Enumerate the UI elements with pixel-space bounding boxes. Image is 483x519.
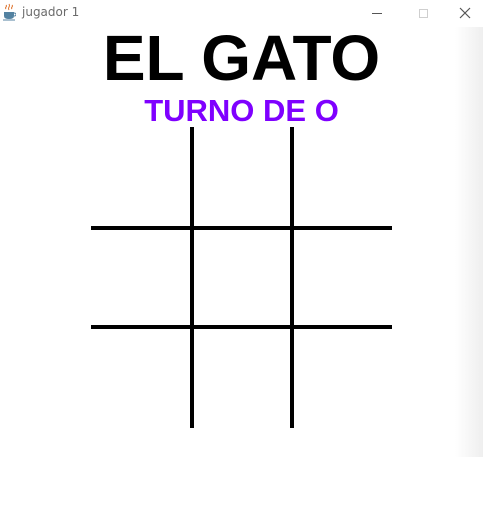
board-cell-8[interactable] xyxy=(194,329,293,428)
window-title: jugador 1 xyxy=(22,5,80,19)
grid-line-vertical xyxy=(190,127,194,428)
java-cup-icon xyxy=(3,3,16,21)
turn-indicator: TURNO DE O xyxy=(144,93,339,128)
board-cell-4[interactable] xyxy=(91,230,190,329)
board-cell-7[interactable] xyxy=(91,329,190,428)
tic-tac-toe-board xyxy=(91,127,392,428)
grid-line-horizontal xyxy=(91,325,392,329)
close-button[interactable] xyxy=(446,0,483,26)
minimize-icon xyxy=(372,12,382,14)
board-cell-1[interactable] xyxy=(91,127,190,226)
grid-line-vertical xyxy=(290,127,294,428)
game-title: EL GATO xyxy=(102,22,381,94)
board-cell-9[interactable] xyxy=(294,329,393,428)
board-cell-3[interactable] xyxy=(294,127,393,226)
maximize-button[interactable] xyxy=(400,0,446,26)
board-cell-5[interactable] xyxy=(194,230,293,329)
board-cell-6[interactable] xyxy=(294,230,393,329)
board-cell-2[interactable] xyxy=(194,127,293,226)
close-icon xyxy=(459,7,470,19)
game-window: jugador 1 EL GATO TURNO DE O xyxy=(0,0,483,519)
window-edge-shadow xyxy=(455,27,483,457)
maximize-icon xyxy=(418,8,428,18)
grid-line-horizontal xyxy=(91,226,392,230)
